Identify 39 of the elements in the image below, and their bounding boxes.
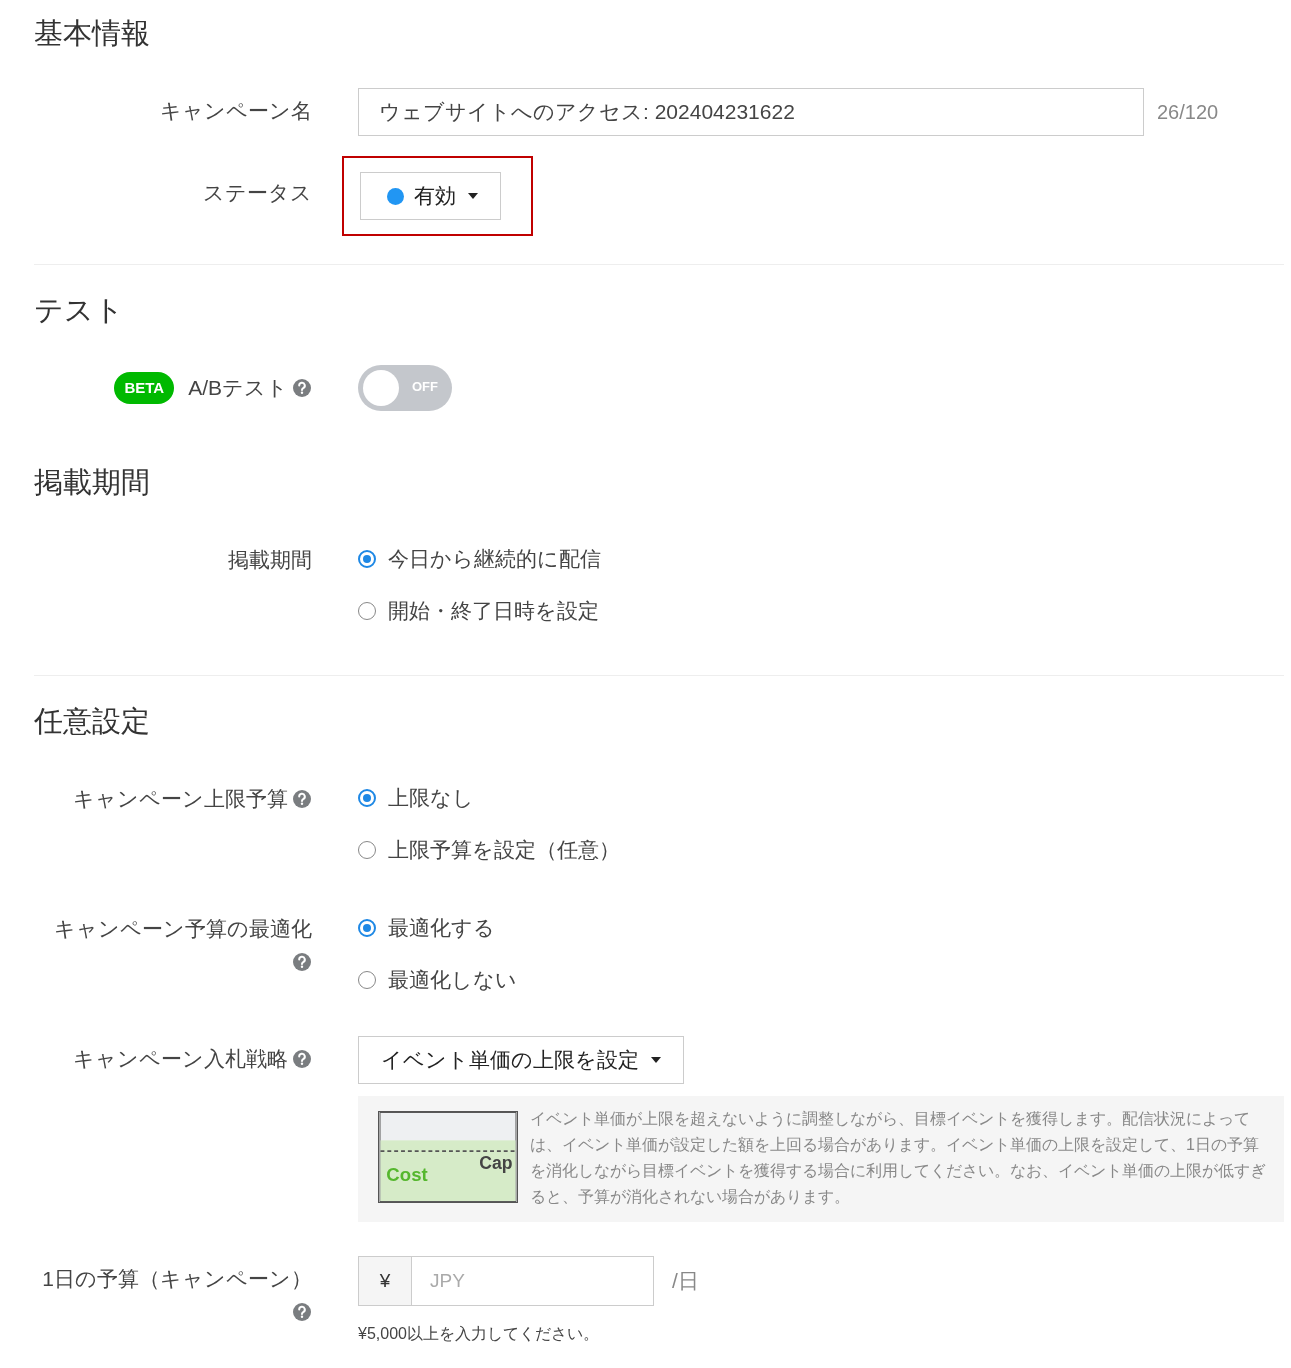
field-label: キャンペーン上限予算 <box>73 786 288 812</box>
help-icon[interactable] <box>292 1049 312 1069</box>
radio-button[interactable] <box>358 550 376 568</box>
field-label: 掲載期間 <box>228 547 312 573</box>
caret-icon <box>651 1057 661 1063</box>
radio-label[interactable]: 最適化する <box>388 914 495 942</box>
radio-label[interactable]: 上限なし <box>388 784 474 812</box>
help-icon[interactable] <box>292 378 312 398</box>
radio-label[interactable]: 開始・終了日時を設定 <box>388 597 599 625</box>
field-label: ステータス <box>203 180 312 206</box>
radio-label[interactable]: 最適化しない <box>388 966 517 994</box>
beta-badge: BETA <box>114 372 175 404</box>
radio-button[interactable] <box>358 919 376 937</box>
info-text: イベント単価が上限を超えないように調整しながら、目標イベントを獲得します。配信状況によっては、イベント単価が設定した額を上回る場合があります。イベント単価の上限を設定して、1日の予算を消化しながら目標イベントを獲得する場合に利用してください。なお、イベント単価の上限が低すぎると、予算が消化されない場合があります。 <box>530 1109 1266 1207</box>
section-heading: テスト <box>34 293 125 328</box>
radio-label[interactable]: 今日から継続的に配信 <box>388 545 601 573</box>
section-heading: 基本情報 <box>34 16 151 51</box>
budget-input[interactable]: JPY <box>412 1256 654 1306</box>
section-heading: 掲載期間 <box>34 465 151 500</box>
caret-icon <box>468 193 478 199</box>
radio-label[interactable]: 上限予算を設定（任意） <box>388 836 620 864</box>
field-label: 1日の予算（キャンペーン） <box>42 1266 312 1292</box>
character-counter: 26/120 <box>1157 100 1219 124</box>
field-label: キャンペーン入札戦略 <box>73 1046 288 1072</box>
cost-cap-drawing: Cap Cost <box>378 1111 518 1203</box>
hint-text: ¥5,000以上を入力してください。 <box>358 1324 600 1344</box>
help-icon[interactable] <box>292 952 312 972</box>
status-dropdown[interactable]: 有効 <box>360 172 501 220</box>
unit-label: /日 <box>672 1268 699 1294</box>
radio-button[interactable] <box>358 789 376 807</box>
currency-prefix: ¥ <box>358 1256 412 1306</box>
campaign-name-field[interactable]: ウェブサイトへのアクセス: 202404231622 <box>358 88 1144 136</box>
field-label: キャンペーン予算の最適化 <box>54 916 312 942</box>
help-icon[interactable] <box>292 1302 312 1322</box>
field-label: A/Bテスト <box>188 375 288 401</box>
section-heading: 任意設定 <box>34 704 151 739</box>
field-label: キャンペーン名 <box>160 98 312 124</box>
help-icon[interactable] <box>292 789 312 809</box>
bid-strategy-dropdown[interactable]: イベント単価の上限を設定 <box>358 1036 684 1084</box>
